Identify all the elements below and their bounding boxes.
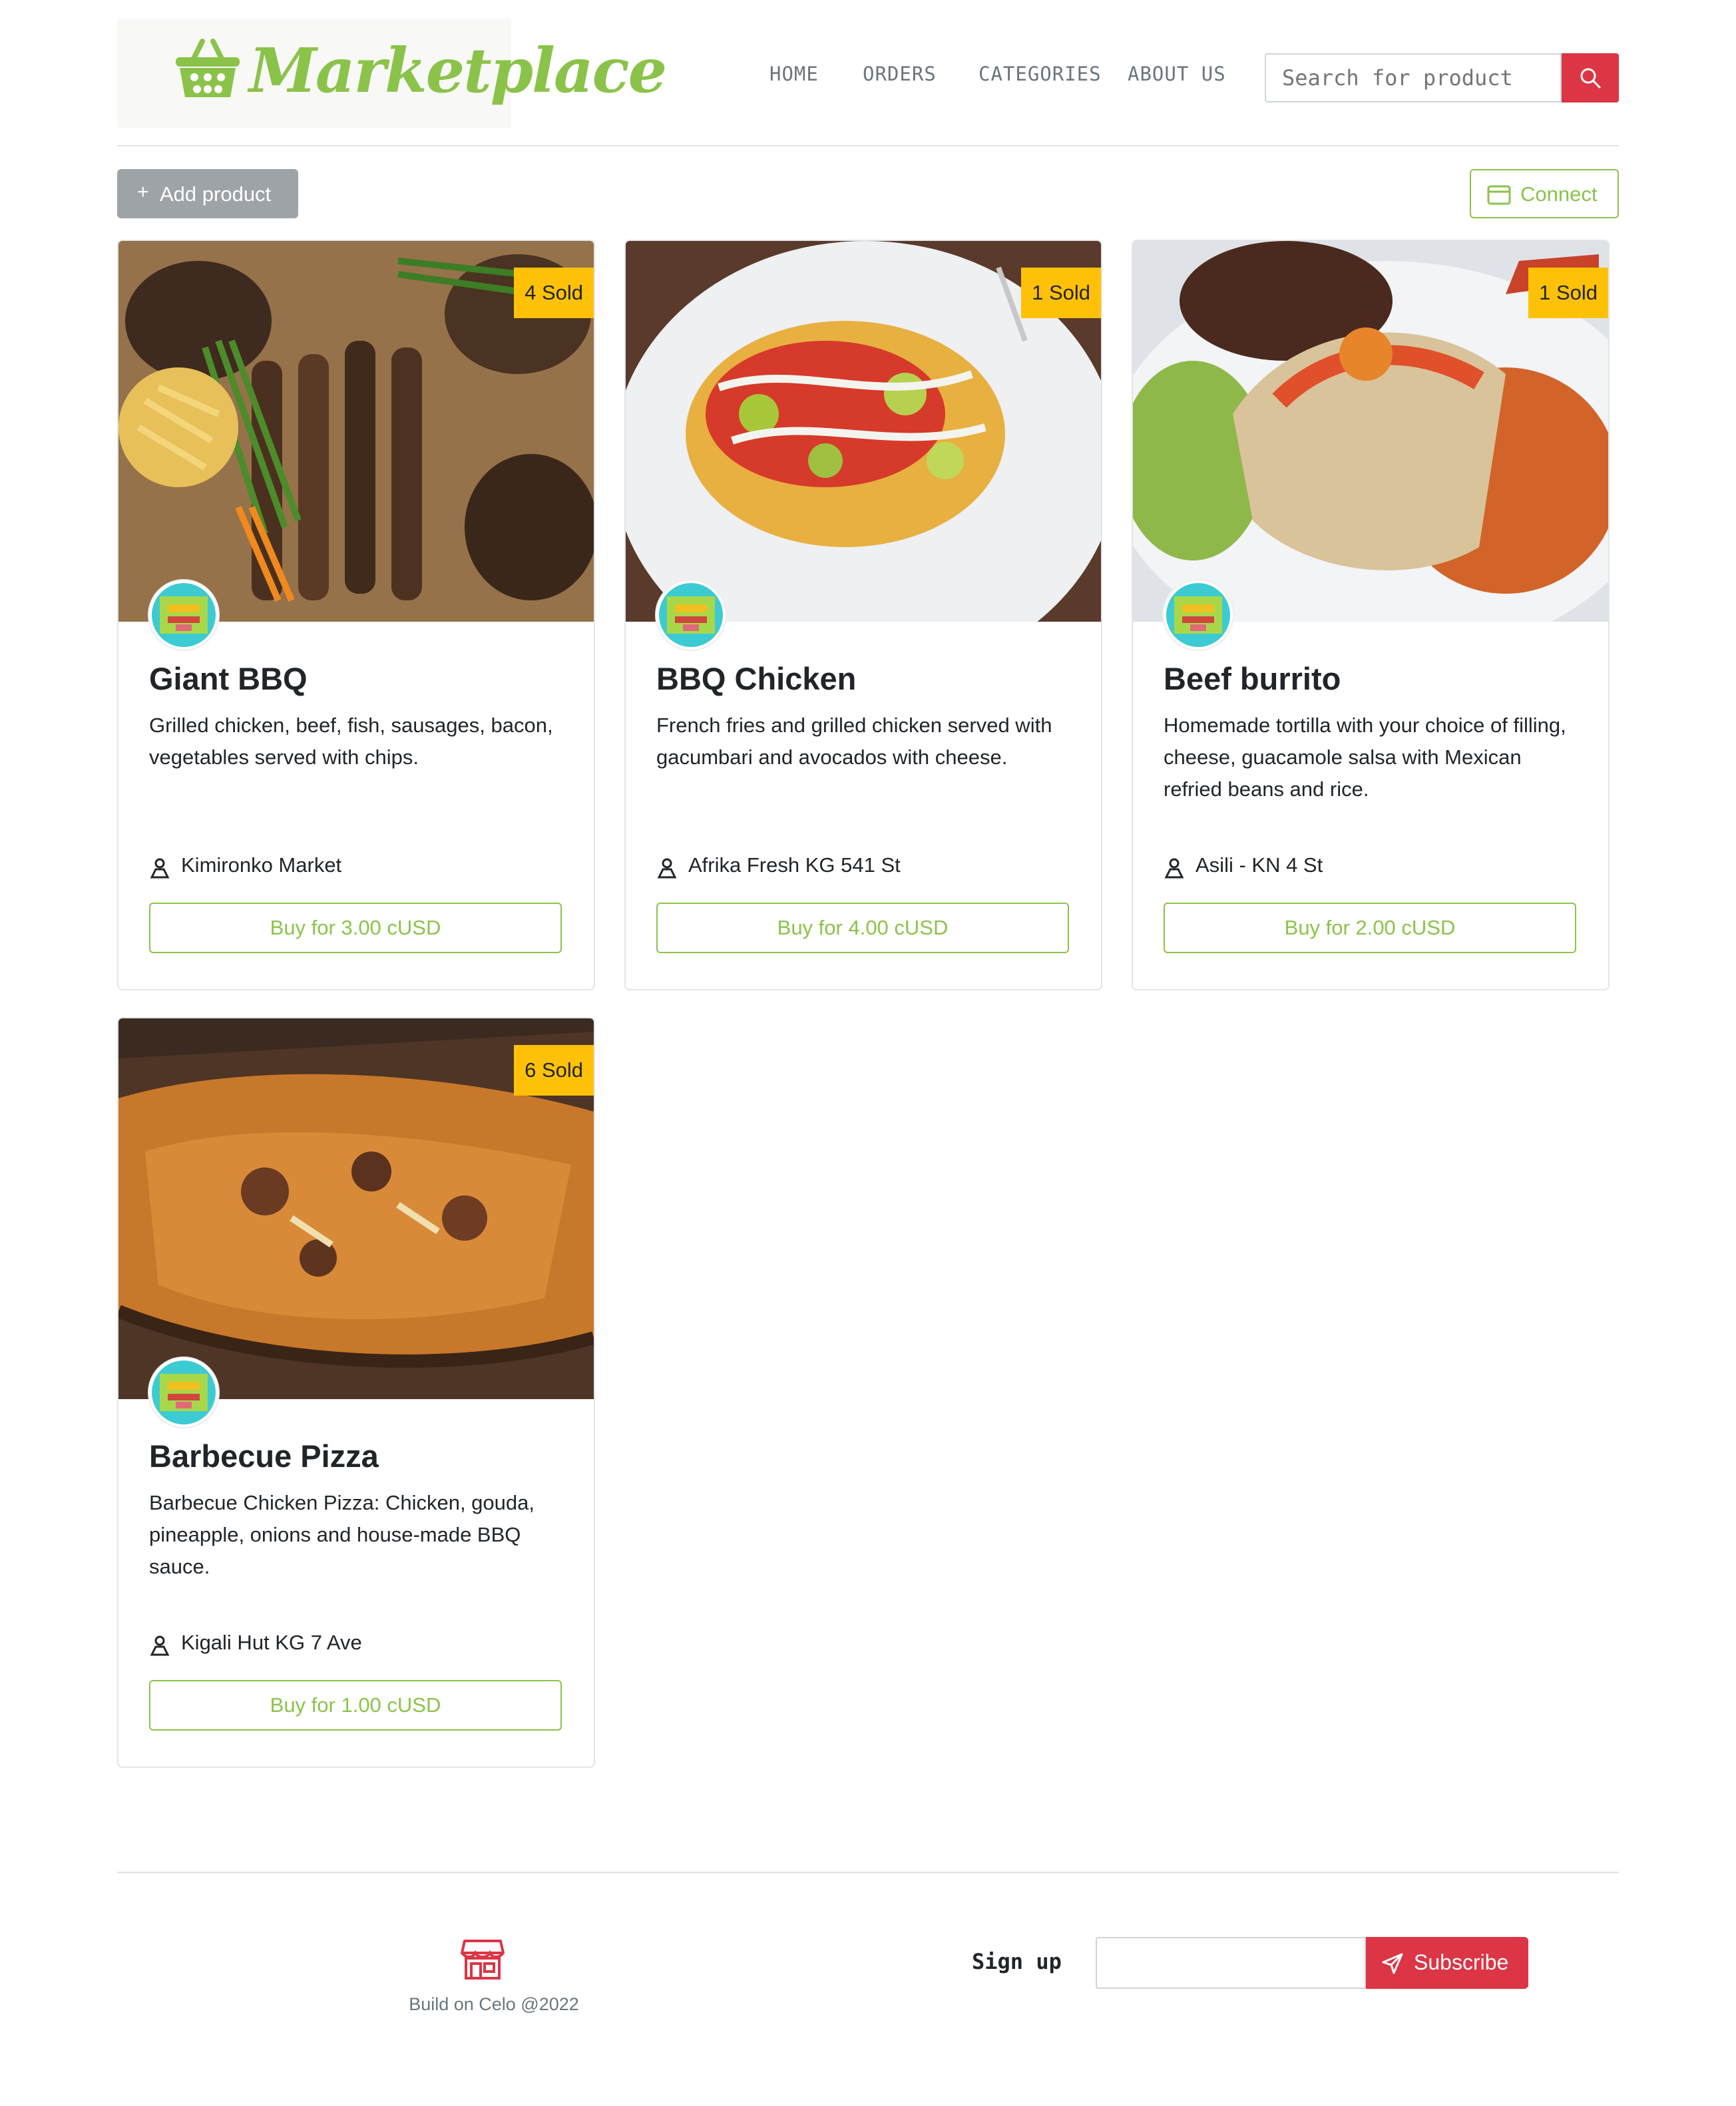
signup-label: Sign up — [972, 1949, 1062, 1974]
buy-button[interactable]: Buy for 2.00 cUSD — [1164, 903, 1576, 953]
product-title: Beef burrito — [1164, 661, 1341, 696]
email-input[interactable] — [1097, 1938, 1367, 1989]
footer-note: Build on Celo @2022 — [409, 1994, 579, 2014]
location-label: Afrika Fresh KG 541 St — [688, 853, 901, 877]
shop-icon — [461, 1940, 505, 1980]
product-card: 1 Sold Beef burrito Homemade tortilla wi… — [1132, 240, 1610, 990]
person-pin-icon — [150, 858, 170, 879]
logo-text: Marketplace — [249, 35, 667, 106]
send-icon — [1382, 1953, 1403, 1974]
product-title: Barbecue Pizza — [149, 1438, 379, 1474]
subscribe-label: Subscribe — [1414, 1950, 1509, 1974]
nav-about-us[interactable]: ABOUT US — [1128, 63, 1226, 85]
search-button[interactable] — [1562, 53, 1619, 103]
add-product-button[interactable]: + Add product — [117, 169, 298, 218]
nav-orders[interactable]: ORDERS — [863, 63, 937, 85]
location-label: Asili - KN 4 St — [1195, 853, 1323, 877]
logo[interactable]: Marketplace — [117, 19, 667, 128]
sold-badge: 4 Sold — [514, 268, 594, 318]
sold-badge: 1 Sold — [1528, 268, 1608, 318]
sold-badge: 1 Sold — [1021, 268, 1101, 318]
sold-badge: 6 Sold — [514, 1045, 594, 1096]
plus-icon: + — [137, 181, 149, 203]
search-box — [1265, 53, 1562, 103]
email-field — [1096, 1937, 1367, 1989]
product-description: Barbecue Chicken Pizza: Chicken, gouda, … — [149, 1491, 535, 1578]
wallet-icon — [1487, 185, 1511, 205]
footer-divider — [117, 1872, 1619, 1873]
header: Marketplace HOME ORDERS CATEGORIES ABOUT… — [117, 19, 1619, 128]
nav-home[interactable]: HOME — [769, 63, 819, 85]
person-pin-icon — [1164, 858, 1184, 879]
product-title: BBQ Chicken — [656, 661, 857, 696]
search-input[interactable] — [1266, 55, 1560, 101]
avatar — [1164, 580, 1233, 650]
avatar — [656, 580, 726, 650]
product-description: French fries and grilled chicken served … — [656, 714, 1052, 769]
buy-button[interactable]: Buy for 3.00 cUSD — [149, 903, 562, 953]
subscribe-button[interactable]: Subscribe — [1366, 1937, 1528, 1989]
buy-button[interactable]: Buy for 1.00 cUSD — [149, 1680, 562, 1731]
buy-button[interactable]: Buy for 4.00 cUSD — [656, 903, 1069, 953]
product-card: 1 Sold BBQ Chicken French fries and gril… — [624, 240, 1102, 990]
connect-button[interactable]: Connect — [1470, 169, 1619, 218]
avatar — [149, 1358, 218, 1427]
header-divider — [117, 145, 1619, 146]
nav-categories[interactable]: CATEGORIES — [978, 63, 1102, 85]
basket-icon — [176, 39, 240, 97]
location-label: Kimironko Market — [181, 853, 342, 877]
search-icon — [1580, 68, 1601, 89]
person-pin-icon — [657, 858, 677, 879]
avatar — [149, 580, 218, 650]
product-card: 4 Sold Giant BBQ Grilled chicken, beef, … — [117, 240, 595, 990]
location-label: Kigali Hut KG 7 Ave — [181, 1631, 362, 1654]
connect-label: Connect — [1520, 182, 1598, 206]
product-title: Giant BBQ — [149, 661, 308, 696]
product-description: Grilled chicken, beef, fish, sausages, b… — [149, 714, 553, 769]
product-card: 6 Sold Barbecue Pizza Barbecue Chicken P… — [117, 1017, 595, 1768]
add-product-label: Add product — [160, 182, 272, 206]
person-pin-icon — [150, 1635, 170, 1656]
product-description: Homemade tortilla with your choice of fi… — [1164, 714, 1566, 801]
